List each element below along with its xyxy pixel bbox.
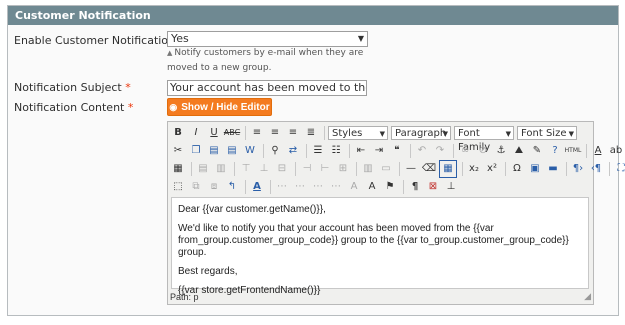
- table-row-props-icon[interactable]: ▤: [195, 161, 211, 177]
- bullet-list-icon[interactable]: ☰: [310, 143, 326, 159]
- delete-col-icon[interactable]: ⊞: [335, 161, 351, 177]
- ltr-icon[interactable]: ¶›: [570, 161, 586, 177]
- subscript-icon[interactable]: x₂: [466, 161, 482, 177]
- indent-icon[interactable]: ⇥: [371, 143, 387, 159]
- triangle-icon: ▲: [167, 49, 173, 57]
- content-line: Dear {{var customer.getName()}},: [178, 204, 326, 215]
- abbr-icon[interactable]: ⋯: [292, 179, 308, 195]
- align-justify-icon[interactable]: ≣: [303, 125, 319, 141]
- numbered-list-icon[interactable]: ☷: [328, 143, 344, 159]
- enable-select[interactable]: Yes ▼: [167, 31, 368, 47]
- toolbar-row-1: B I U ABC ≡ ≡ ≡ ≣ Styles ▼ Paragraph ▼ Fon…: [170, 124, 580, 153]
- undo-icon[interactable]: ↶: [414, 143, 430, 159]
- align-right-icon[interactable]: ≡: [285, 125, 301, 141]
- ins-icon[interactable]: A: [346, 179, 362, 195]
- bold-icon[interactable]: B: [170, 125, 186, 141]
- highlight-color-icon[interactable]: ab: [608, 143, 624, 159]
- show-hide-editor-button[interactable]: ◉ Show / Hide Editor: [167, 98, 272, 116]
- editor-content[interactable]: Dear {{var customer.getName()}}, We'd li…: [171, 197, 589, 296]
- underline-icon[interactable]: U: [206, 125, 222, 141]
- layer-icon[interactable]: ⬚: [170, 179, 186, 195]
- cite-icon[interactable]: ⋯: [274, 179, 290, 195]
- acronym-icon[interactable]: ⋯: [310, 179, 326, 195]
- redo-icon[interactable]: ↷: [432, 143, 448, 159]
- font-size-dropdown[interactable]: Font Size ▼: [517, 125, 577, 140]
- toolbar-row-2: ✂ ❐ ▤ ▤ W ⚲ ⇄ ☰ ☷ ⇤ ⇥ ❝ ↶ ↷ ∞ ⊘ ⚓ ⛰ ✎ ? …: [170, 142, 625, 159]
- resize-grip-icon[interactable]: ◢: [584, 292, 591, 302]
- chevron-down-icon: ▼: [505, 129, 511, 138]
- chevron-down-icon: ▼: [568, 129, 574, 138]
- insert-row-before-icon[interactable]: ⊤: [238, 161, 254, 177]
- find-icon[interactable]: ⚲: [267, 143, 283, 159]
- anchor-icon[interactable]: ⚓: [493, 143, 509, 159]
- subject-label: Notification Subject *: [14, 81, 131, 94]
- replace-icon[interactable]: ⇄: [285, 143, 301, 159]
- strikethrough-icon[interactable]: ABC: [224, 125, 240, 141]
- paste-word-icon[interactable]: W: [242, 143, 258, 159]
- move-backward-icon[interactable]: ⧈: [206, 179, 222, 195]
- link-icon[interactable]: ∞: [457, 143, 473, 159]
- content-line: {{var store.getFrontendName()}}: [178, 285, 321, 296]
- subject-input[interactable]: Your account has been moved to the {{var…: [167, 80, 367, 96]
- section-title: Customer Notification: [8, 6, 618, 25]
- pagebreak-icon[interactable]: ⊠: [425, 179, 441, 195]
- editor-status-path: Path: p: [170, 292, 199, 302]
- blockquote-icon[interactable]: ❝: [389, 143, 405, 159]
- chevron-down-icon: ▼: [357, 34, 364, 43]
- table-cell-props-icon[interactable]: ▥: [213, 161, 229, 177]
- eye-icon: ◉: [169, 102, 178, 112]
- insert-layer-icon[interactable]: ▬: [545, 161, 561, 177]
- special-char-icon[interactable]: Ω: [509, 161, 525, 177]
- html-icon[interactable]: HTML: [565, 143, 582, 159]
- paste-text-icon[interactable]: ▤: [224, 143, 240, 159]
- insert-row-after-icon[interactable]: ⊥: [256, 161, 272, 177]
- attribs-icon[interactable]: A: [364, 179, 380, 195]
- delete-row-icon[interactable]: ⊟: [274, 161, 290, 177]
- format-dropdown[interactable]: Paragraph ▼: [391, 125, 451, 140]
- horizontal-rule-icon[interactable]: —: [403, 161, 419, 177]
- chevron-down-icon: ▼: [442, 129, 448, 138]
- rtl-icon[interactable]: ‹¶: [588, 161, 604, 177]
- unlink-icon[interactable]: ⊘: [475, 143, 491, 159]
- insert-table-icon[interactable]: ▦: [170, 161, 186, 177]
- content-label: Notification Content *: [14, 101, 134, 114]
- content-line: We'd like to notify you that your accoun…: [178, 223, 569, 258]
- align-center-icon[interactable]: ≡: [267, 125, 283, 141]
- toolbar-row-4: ⬚ ⧉ ⧈ ↰ A ⋯ ⋯ ⋯ ⋯ A A ⚑ ¶ ⊠ ⊥: [170, 178, 461, 195]
- image-icon[interactable]: ⛰: [511, 143, 527, 159]
- toolbar-row-3: ▦ ▤ ▥ ⊤ ⊥ ⊟ ⊣ ⊢ ⊞ ▥ ▭ — ⌫ ▦ x₂ x² Ω ▣ ▬ …: [170, 159, 625, 178]
- text-color-icon[interactable]: A: [590, 143, 606, 159]
- content-line: Best regards,: [178, 266, 238, 277]
- absolute-icon[interactable]: ↰: [224, 179, 240, 195]
- enable-note: ▲ Notify customers by e-mail when they ar…: [167, 48, 364, 73]
- move-forward-icon[interactable]: ⧉: [188, 179, 204, 195]
- align-left-icon[interactable]: ≡: [249, 125, 265, 141]
- copy-icon[interactable]: ❐: [188, 143, 204, 159]
- show-blocks-icon[interactable]: ¶: [407, 179, 423, 195]
- chevron-down-icon: ▼: [379, 129, 385, 138]
- paste-icon[interactable]: ▤: [206, 143, 222, 159]
- template-icon[interactable]: ⚑: [382, 179, 398, 195]
- italic-icon[interactable]: I: [188, 125, 204, 141]
- merge-cells-icon[interactable]: ▭: [378, 161, 394, 177]
- superscript-icon[interactable]: x²: [484, 161, 500, 177]
- cleanup-icon[interactable]: ✎: [529, 143, 545, 159]
- media-icon[interactable]: ▣: [527, 161, 543, 177]
- fullscreen-icon[interactable]: ⛶: [613, 161, 625, 177]
- styles-dropdown[interactable]: Styles ▼: [328, 125, 388, 140]
- insert-col-after-icon[interactable]: ⊢: [317, 161, 333, 177]
- split-cells-icon[interactable]: ▥: [360, 161, 376, 177]
- wysiwyg-editor: B I U ABC ≡ ≡ ≡ ≣ Styles ▼ Paragraph ▼ Fon…: [167, 121, 625, 305]
- remove-format-icon[interactable]: ⌫: [421, 161, 437, 177]
- visual-aid-icon[interactable]: ▦: [439, 159, 457, 178]
- font-family-dropdown[interactable]: Font Family ▼: [454, 125, 514, 153]
- enable-label: Enable Customer Notification *: [14, 34, 184, 47]
- insert-col-before-icon[interactable]: ⊣: [299, 161, 315, 177]
- help-icon[interactable]: ?: [547, 143, 563, 159]
- outdent-icon[interactable]: ⇤: [353, 143, 369, 159]
- del-icon[interactable]: ⋯: [328, 179, 344, 195]
- cut-icon[interactable]: ✂: [170, 143, 186, 159]
- nonbreaking-icon[interactable]: ⊥: [443, 179, 459, 195]
- style-props-icon[interactable]: A: [249, 179, 265, 195]
